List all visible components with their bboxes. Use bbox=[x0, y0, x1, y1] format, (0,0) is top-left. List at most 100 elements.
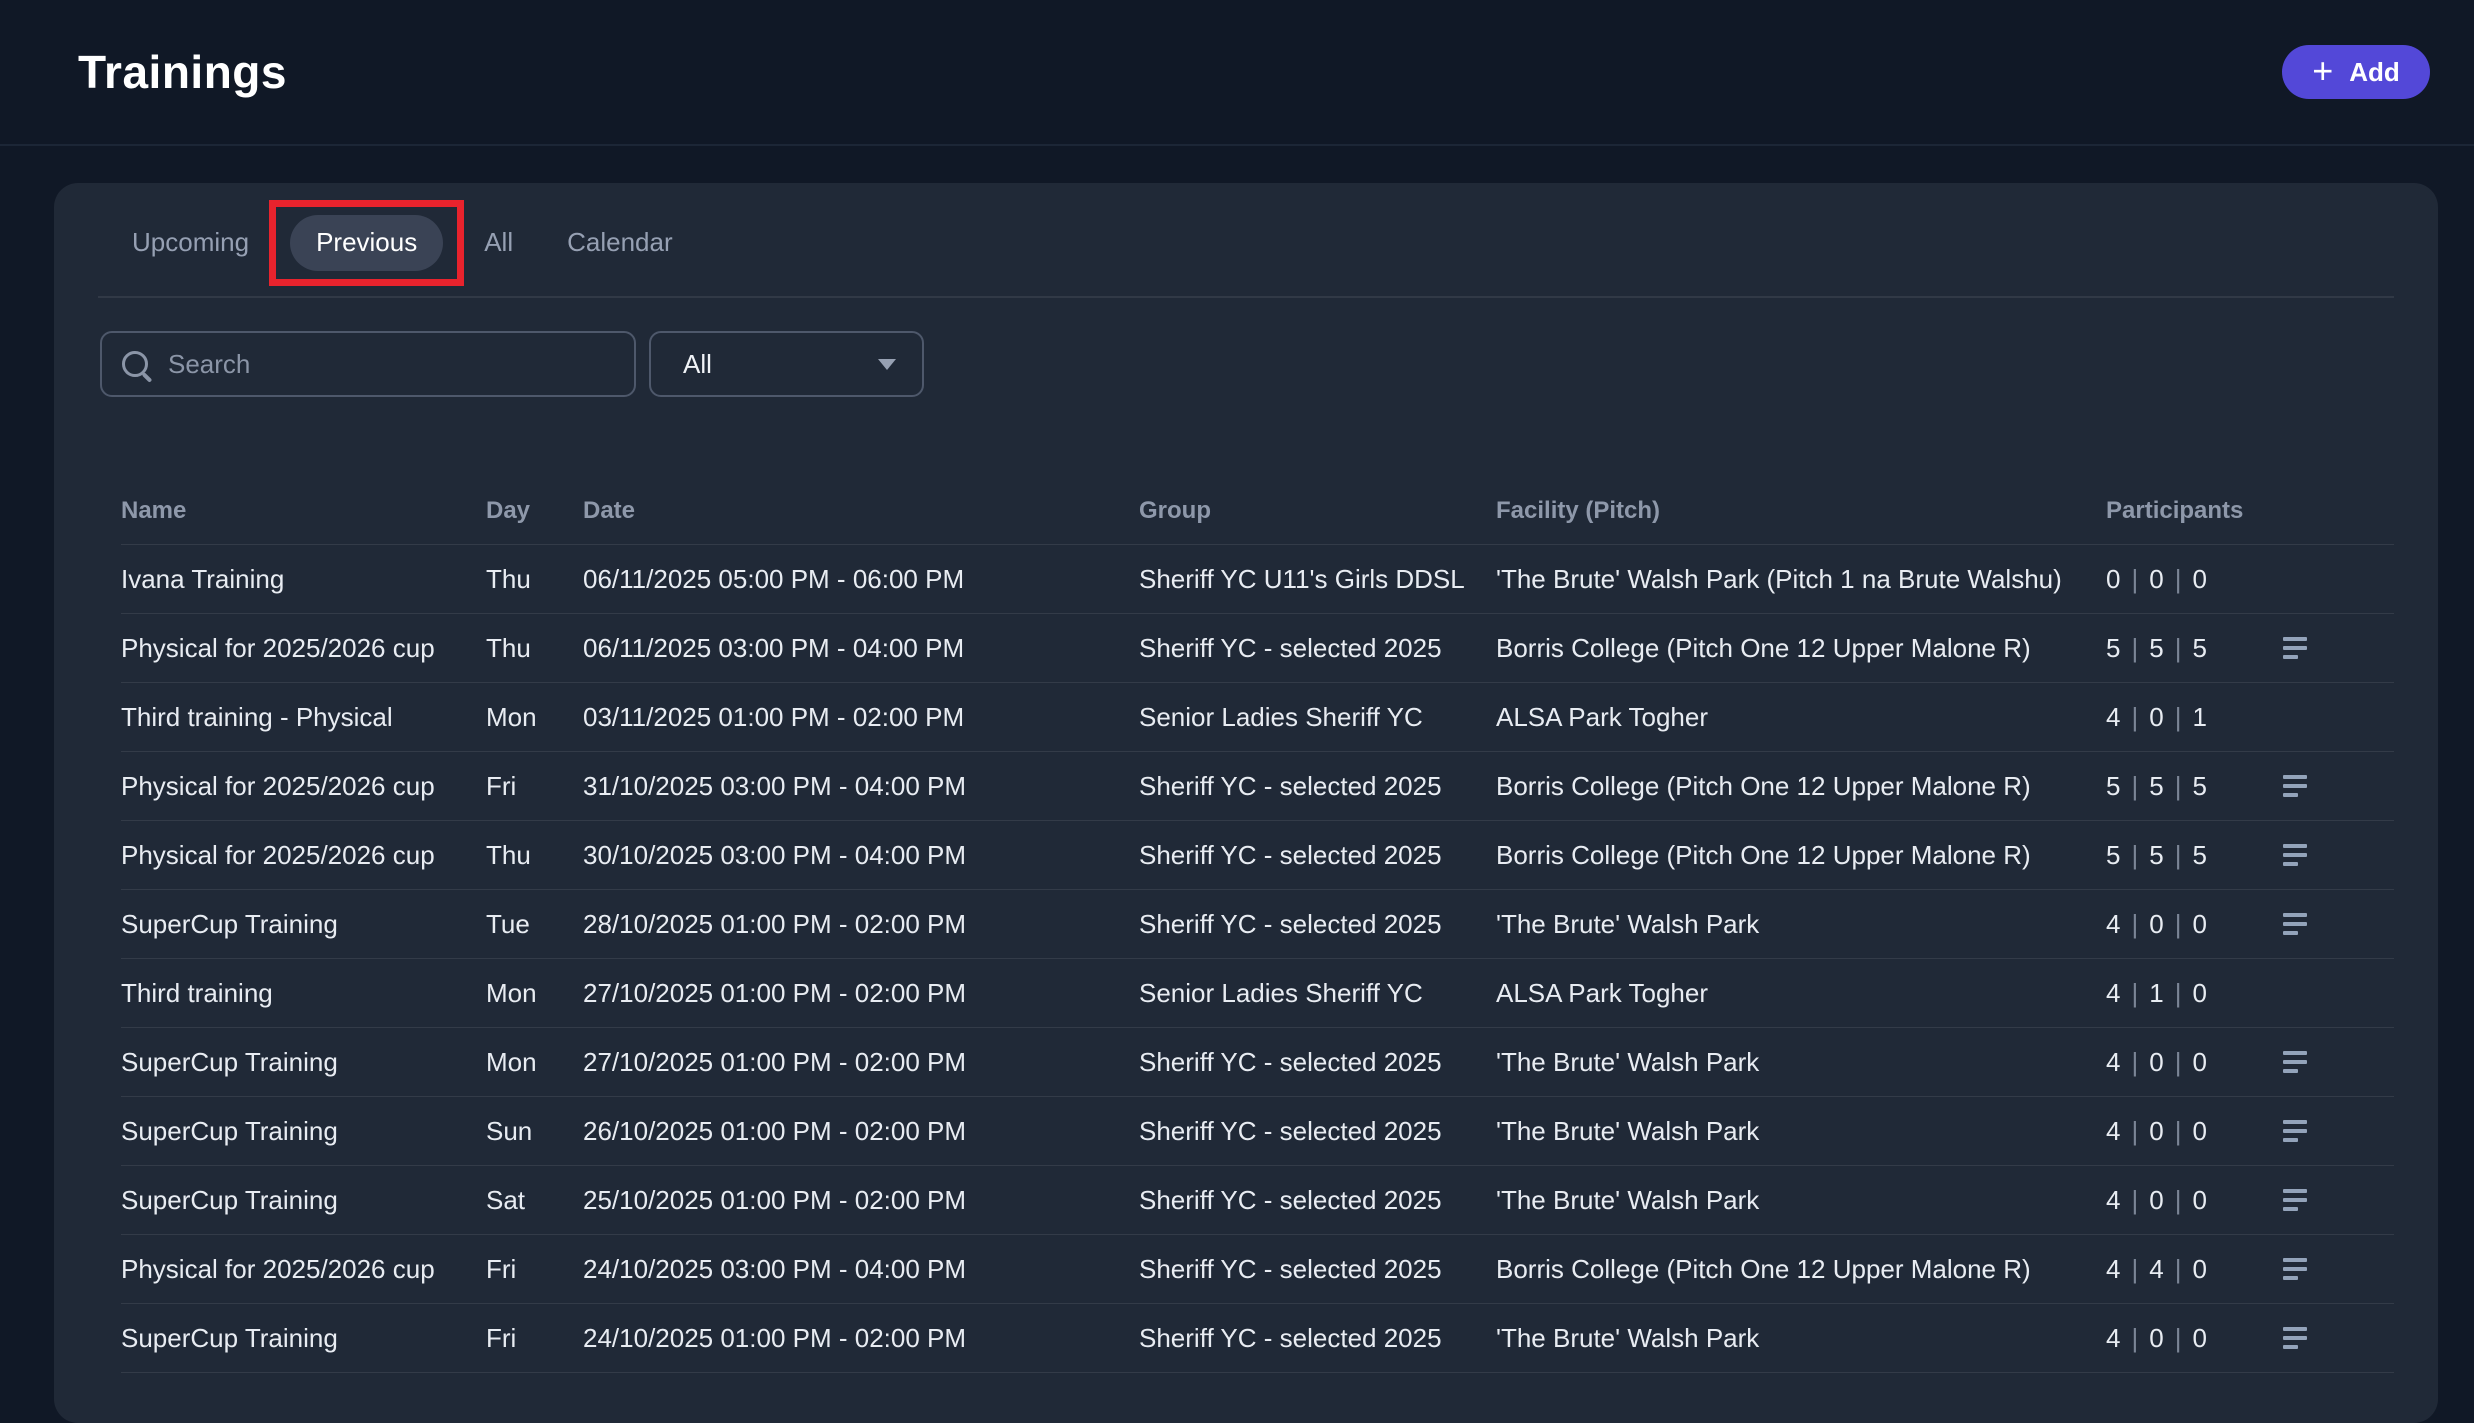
cell-actions bbox=[2256, 844, 2394, 866]
cell-name: Third training - Physical bbox=[121, 702, 486, 733]
table-row[interactable]: Physical for 2025/2026 cupFri24/10/2025 … bbox=[121, 1234, 2394, 1303]
participants-count: 1 bbox=[2192, 702, 2206, 733]
cell-day: Sat bbox=[486, 1185, 583, 1216]
row-menu-icon[interactable] bbox=[2283, 1327, 2309, 1349]
cell-actions bbox=[2256, 1120, 2394, 1142]
cell-name: Ivana Training bbox=[121, 564, 486, 595]
participants-separator: | bbox=[2175, 1116, 2182, 1147]
cell-participants: 4|0|1 bbox=[2106, 702, 2256, 733]
type-filter-value: All bbox=[683, 349, 712, 380]
tabs-divider bbox=[98, 296, 2394, 298]
table-row[interactable]: SuperCup TrainingTue28/10/2025 01:00 PM … bbox=[121, 889, 2394, 958]
type-filter-select[interactable]: All bbox=[649, 331, 924, 397]
annotation-highlight-box: Previous bbox=[269, 200, 464, 286]
cell-actions bbox=[2256, 1258, 2394, 1280]
participants-separator: | bbox=[2131, 840, 2138, 871]
cell-facility: Borris College (Pitch One 12 Upper Malon… bbox=[1496, 840, 2106, 871]
trainings-table: NameDayDateGroupFacility (Pitch)Particip… bbox=[98, 478, 2394, 1373]
cell-day: Thu bbox=[486, 840, 583, 871]
cell-participants: 4|0|0 bbox=[2106, 1047, 2256, 1078]
cell-day: Mon bbox=[486, 978, 583, 1009]
table-row[interactable]: SuperCup TrainingMon27/10/2025 01:00 PM … bbox=[121, 1027, 2394, 1096]
cell-actions bbox=[2256, 1051, 2394, 1073]
participants-count: 5 bbox=[2192, 840, 2206, 871]
search-input[interactable] bbox=[166, 348, 614, 381]
cell-group: Sheriff YC U11's Girls DDSL bbox=[1139, 564, 1496, 595]
participants-count: 0 bbox=[2192, 1116, 2206, 1147]
cell-date: 30/10/2025 03:00 PM - 04:00 PM bbox=[583, 840, 1139, 871]
cell-facility: 'The Brute' Walsh Park bbox=[1496, 1116, 2106, 1147]
participants-count: 0 bbox=[2192, 1254, 2206, 1285]
participants-count: 1 bbox=[2149, 978, 2163, 1009]
column-header-date: Date bbox=[583, 497, 1139, 525]
participants-separator: | bbox=[2131, 1323, 2138, 1354]
row-menu-icon[interactable] bbox=[2283, 913, 2309, 935]
participants-count: 0 bbox=[2192, 1323, 2206, 1354]
cell-actions bbox=[2256, 637, 2394, 659]
cell-name: SuperCup Training bbox=[121, 1116, 486, 1147]
participants-separator: | bbox=[2175, 978, 2182, 1009]
cell-group: Sheriff YC - selected 2025 bbox=[1139, 771, 1496, 802]
table-row[interactable]: Physical for 2025/2026 cupThu30/10/2025 … bbox=[121, 820, 2394, 889]
tab-upcoming[interactable]: Upcoming bbox=[126, 227, 255, 258]
column-header-facility-pitch: Facility (Pitch) bbox=[1496, 497, 2106, 525]
participants-separator: | bbox=[2175, 909, 2182, 940]
table-row[interactable]: SuperCup TrainingFri24/10/2025 01:00 PM … bbox=[121, 1303, 2394, 1373]
row-menu-icon[interactable] bbox=[2283, 1120, 2309, 1142]
row-menu-icon[interactable] bbox=[2283, 844, 2309, 866]
participants-count: 4 bbox=[2106, 1323, 2120, 1354]
participants-separator: | bbox=[2131, 909, 2138, 940]
table-row[interactable]: Physical for 2025/2026 cupThu06/11/2025 … bbox=[121, 613, 2394, 682]
cell-facility: ALSA Park Togher bbox=[1496, 978, 2106, 1009]
cell-actions bbox=[2256, 775, 2394, 797]
cell-day: Fri bbox=[486, 1254, 583, 1285]
chevron-down-icon bbox=[878, 359, 896, 370]
cell-participants: 5|5|5 bbox=[2106, 840, 2256, 871]
cell-name: SuperCup Training bbox=[121, 909, 486, 940]
tab-previous[interactable]: Previous bbox=[290, 215, 443, 271]
row-menu-icon[interactable] bbox=[2283, 775, 2309, 797]
row-menu-icon[interactable] bbox=[2283, 1051, 2309, 1073]
column-header-day: Day bbox=[486, 497, 583, 525]
participants-separator: | bbox=[2131, 564, 2138, 595]
row-menu-icon[interactable] bbox=[2283, 637, 2309, 659]
cell-group: Sheriff YC - selected 2025 bbox=[1139, 1116, 1496, 1147]
participants-separator: | bbox=[2175, 1185, 2182, 1216]
participants-count: 4 bbox=[2149, 1254, 2163, 1285]
add-button[interactable]: + Add bbox=[2282, 45, 2430, 99]
search-box[interactable] bbox=[100, 331, 636, 397]
participants-count: 0 bbox=[2149, 909, 2163, 940]
tab-calendar[interactable]: Calendar bbox=[561, 227, 679, 258]
cell-facility: 'The Brute' Walsh Park bbox=[1496, 1185, 2106, 1216]
participants-separator: | bbox=[2131, 702, 2138, 733]
column-header-name: Name bbox=[121, 497, 486, 525]
table-row[interactable]: Third training - PhysicalMon03/11/2025 0… bbox=[121, 682, 2394, 751]
cell-facility: 'The Brute' Walsh Park (Pitch 1 na Brute… bbox=[1496, 564, 2106, 595]
participants-count: 5 bbox=[2192, 771, 2206, 802]
table-row[interactable]: Ivana TrainingThu06/11/2025 05:00 PM - 0… bbox=[121, 544, 2394, 613]
cell-participants: 0|0|0 bbox=[2106, 564, 2256, 595]
cell-name: SuperCup Training bbox=[121, 1047, 486, 1078]
row-menu-icon[interactable] bbox=[2283, 1258, 2309, 1280]
cell-group: Senior Ladies Sheriff YC bbox=[1139, 978, 1496, 1009]
cell-participants: 4|4|0 bbox=[2106, 1254, 2256, 1285]
participants-separator: | bbox=[2175, 771, 2182, 802]
table-row[interactable]: Physical for 2025/2026 cupFri31/10/2025 … bbox=[121, 751, 2394, 820]
participants-count: 0 bbox=[2192, 978, 2206, 1009]
table-row[interactable]: Third trainingMon27/10/2025 01:00 PM - 0… bbox=[121, 958, 2394, 1027]
cell-day: Thu bbox=[486, 633, 583, 664]
cell-group: Sheriff YC - selected 2025 bbox=[1139, 1323, 1496, 1354]
cell-group: Sheriff YC - selected 2025 bbox=[1139, 1047, 1496, 1078]
table-row[interactable]: SuperCup TrainingSun26/10/2025 01:00 PM … bbox=[121, 1096, 2394, 1165]
participants-count: 5 bbox=[2149, 771, 2163, 802]
cell-date: 27/10/2025 01:00 PM - 02:00 PM bbox=[583, 978, 1139, 1009]
tab-all[interactable]: All bbox=[478, 227, 519, 258]
cell-facility: Borris College (Pitch One 12 Upper Malon… bbox=[1496, 771, 2106, 802]
row-menu-icon[interactable] bbox=[2283, 1189, 2309, 1211]
column-header-group: Group bbox=[1139, 497, 1496, 525]
participants-count: 0 bbox=[2106, 564, 2120, 595]
participants-count: 4 bbox=[2106, 1185, 2120, 1216]
participants-count: 4 bbox=[2106, 978, 2120, 1009]
participants-count: 4 bbox=[2106, 909, 2120, 940]
table-row[interactable]: SuperCup TrainingSat25/10/2025 01:00 PM … bbox=[121, 1165, 2394, 1234]
